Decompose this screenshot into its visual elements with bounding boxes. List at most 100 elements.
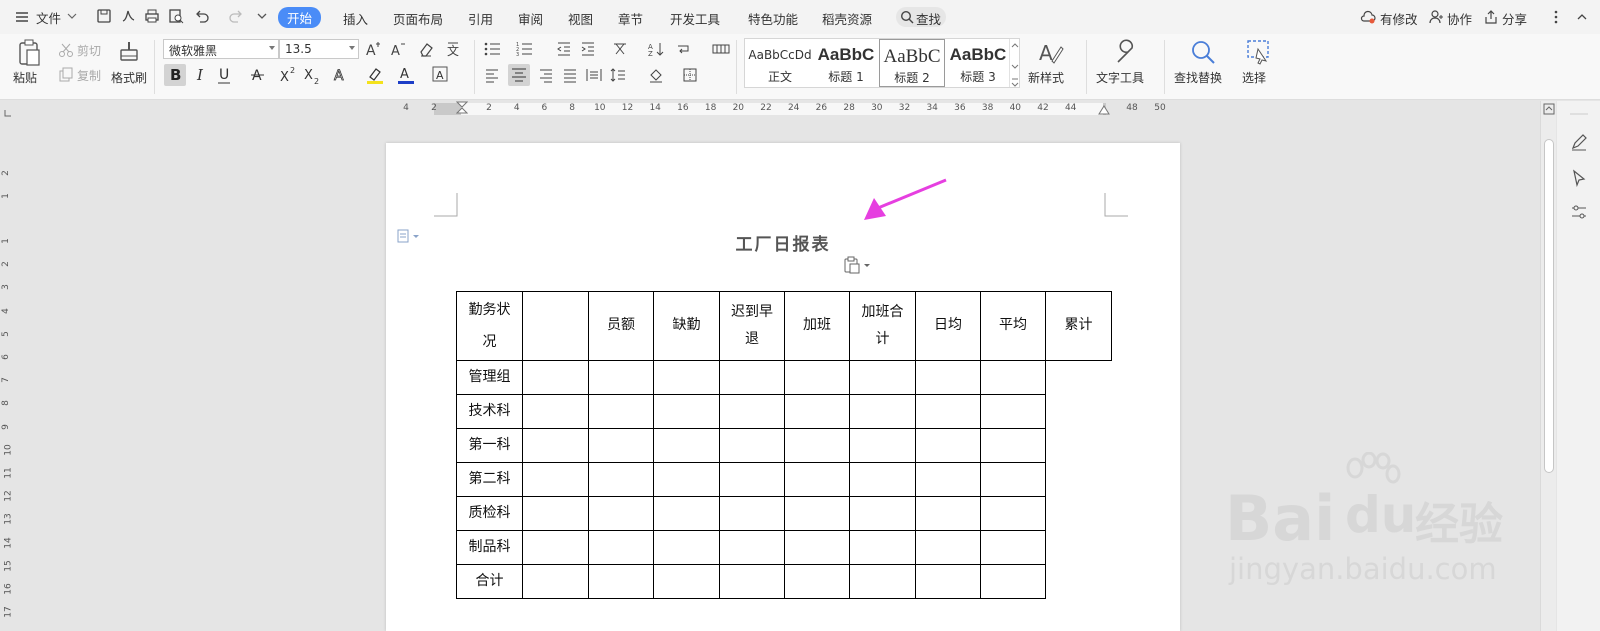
text-tools-button[interactable]: 文字工具 bbox=[1096, 69, 1144, 86]
table-cell[interactable] bbox=[980, 564, 1046, 599]
numbered-list-icon[interactable]: 123 bbox=[516, 41, 532, 58]
table-cell[interactable] bbox=[849, 530, 916, 565]
align-center-button[interactable] bbox=[508, 64, 530, 86]
align-left-icon[interactable] bbox=[484, 67, 500, 83]
table-cell[interactable] bbox=[784, 462, 850, 497]
text-effect-button[interactable]: A bbox=[330, 64, 352, 86]
table-cell[interactable] bbox=[915, 360, 981, 395]
grow-font-icon[interactable]: A bbox=[365, 41, 381, 59]
style-heading-3[interactable]: AaBbC 标题 3 bbox=[945, 39, 1011, 87]
styles-gallery-scroll[interactable] bbox=[1009, 39, 1019, 87]
new-style-icon[interactable]: A bbox=[1038, 39, 1064, 65]
cursor-select-icon[interactable] bbox=[1570, 169, 1588, 188]
table-cell[interactable] bbox=[719, 564, 785, 599]
print-preview-icon[interactable] bbox=[168, 8, 184, 24]
borders-icon[interactable] bbox=[682, 67, 698, 83]
table-cell[interactable] bbox=[522, 360, 589, 395]
adjust-settings-icon[interactable] bbox=[1570, 203, 1588, 221]
font-name-select[interactable]: 微软雅黑 bbox=[163, 39, 279, 59]
table-cell[interactable] bbox=[719, 394, 785, 429]
row-label-cell[interactable]: 制品科 bbox=[456, 530, 523, 565]
table-cell[interactable] bbox=[980, 394, 1046, 429]
table-cell[interactable] bbox=[719, 428, 785, 463]
table-cell[interactable] bbox=[588, 428, 654, 463]
table-cell[interactable] bbox=[653, 530, 720, 565]
line-spacing-icon[interactable] bbox=[610, 67, 626, 83]
group-label-cell[interactable]: 勤务状况 bbox=[456, 291, 523, 361]
sort-icon[interactable]: AZ bbox=[648, 41, 664, 58]
highlight-button[interactable] bbox=[365, 64, 387, 86]
table-cell[interactable] bbox=[915, 428, 981, 463]
align-right-icon[interactable] bbox=[538, 67, 554, 83]
line-break-icon[interactable] bbox=[676, 41, 692, 57]
file-dropdown-icon[interactable] bbox=[66, 10, 82, 26]
paste-button[interactable]: 粘贴 bbox=[13, 69, 37, 86]
font-color-button[interactable]: A bbox=[396, 64, 418, 86]
find-replace-button[interactable]: 查找替换 bbox=[1174, 69, 1222, 86]
justify-icon[interactable] bbox=[562, 67, 578, 83]
increase-indent-icon[interactable] bbox=[580, 41, 596, 57]
table-cell[interactable] bbox=[653, 360, 720, 395]
tab-docer-resources[interactable]: 稻壳资源 bbox=[822, 9, 872, 28]
table-cell[interactable] bbox=[719, 496, 785, 531]
table-cell[interactable] bbox=[980, 462, 1046, 497]
collaborate-button[interactable]: 协作 bbox=[1447, 9, 1472, 28]
hamburger-menu-icon[interactable] bbox=[14, 9, 30, 25]
redo-icon[interactable] bbox=[228, 8, 244, 24]
decrease-indent-icon[interactable] bbox=[556, 41, 572, 57]
italic-button[interactable]: I bbox=[190, 64, 212, 86]
collapse-ribbon-icon[interactable] bbox=[1574, 9, 1590, 25]
bullet-list-icon[interactable] bbox=[484, 41, 500, 57]
table-cell[interactable] bbox=[653, 428, 720, 463]
header-cell[interactable]: 加班合计 bbox=[849, 291, 916, 361]
tab-chapter[interactable]: 章节 bbox=[618, 9, 643, 28]
more-options-icon[interactable] bbox=[1548, 9, 1564, 25]
table-cell[interactable] bbox=[980, 428, 1046, 463]
undo-icon[interactable] bbox=[194, 8, 210, 24]
table-cell[interactable] bbox=[849, 360, 916, 395]
right-indent-marker-icon[interactable] bbox=[1098, 103, 1110, 118]
table-cell[interactable] bbox=[980, 360, 1046, 395]
table-cell[interactable] bbox=[784, 428, 850, 463]
pen-icon[interactable] bbox=[1570, 133, 1588, 151]
tab-review[interactable]: 审阅 bbox=[518, 9, 543, 28]
row-label-cell[interactable]: 技术科 bbox=[456, 394, 523, 429]
table-cell[interactable] bbox=[915, 530, 981, 565]
cut-button[interactable]: 剪切 bbox=[77, 42, 101, 59]
tab-view[interactable]: 视图 bbox=[568, 9, 593, 28]
table-cell[interactable] bbox=[522, 530, 589, 565]
style-heading-1[interactable]: AaBbC 标题 1 bbox=[813, 39, 879, 87]
tab-features[interactable]: 特色功能 bbox=[748, 9, 798, 28]
table-cell[interactable] bbox=[915, 496, 981, 531]
tab-home[interactable]: 开始 bbox=[278, 7, 322, 28]
copy-button[interactable]: 复制 bbox=[77, 67, 101, 84]
table-cell[interactable] bbox=[522, 428, 589, 463]
bold-button[interactable]: B bbox=[164, 64, 186, 86]
shading-icon[interactable] bbox=[648, 67, 664, 83]
table-cell[interactable] bbox=[653, 496, 720, 531]
tab-developer[interactable]: 开发工具 bbox=[670, 9, 720, 28]
table-cell[interactable] bbox=[784, 564, 850, 599]
search-box[interactable]: 查找 bbox=[896, 7, 946, 27]
table-cell[interactable] bbox=[849, 564, 916, 599]
table-cell[interactable] bbox=[522, 462, 589, 497]
table-cell[interactable] bbox=[849, 428, 916, 463]
wrench-icon[interactable] bbox=[1112, 39, 1138, 65]
document-page[interactable]: 工厂日报表 勤务状况 员额 缺勤 迟到早退 加班 加班合计 日均 平均 累计 管… bbox=[386, 143, 1180, 631]
save-icon[interactable] bbox=[96, 8, 112, 24]
tab-page-layout[interactable]: 页面布局 bbox=[393, 9, 443, 28]
table-cell[interactable] bbox=[849, 496, 916, 531]
share-button[interactable]: 分享 bbox=[1502, 9, 1527, 28]
table-cell[interactable] bbox=[980, 530, 1046, 565]
row-label-cell[interactable]: 质检科 bbox=[456, 496, 523, 531]
row-label-cell[interactable]: 管理组 bbox=[456, 360, 523, 395]
select-button[interactable]: 选择 bbox=[1242, 69, 1266, 86]
tab-insert[interactable]: 插入 bbox=[343, 9, 368, 28]
header-cell[interactable]: 平均 bbox=[980, 291, 1046, 361]
format-painter-button[interactable]: 格式刷 bbox=[111, 69, 147, 86]
copy-icon[interactable] bbox=[58, 67, 74, 83]
table-cell[interactable] bbox=[588, 394, 654, 429]
table-cell[interactable] bbox=[588, 564, 654, 599]
new-style-button[interactable]: 新样式 bbox=[1028, 69, 1064, 86]
table-cell[interactable] bbox=[784, 530, 850, 565]
